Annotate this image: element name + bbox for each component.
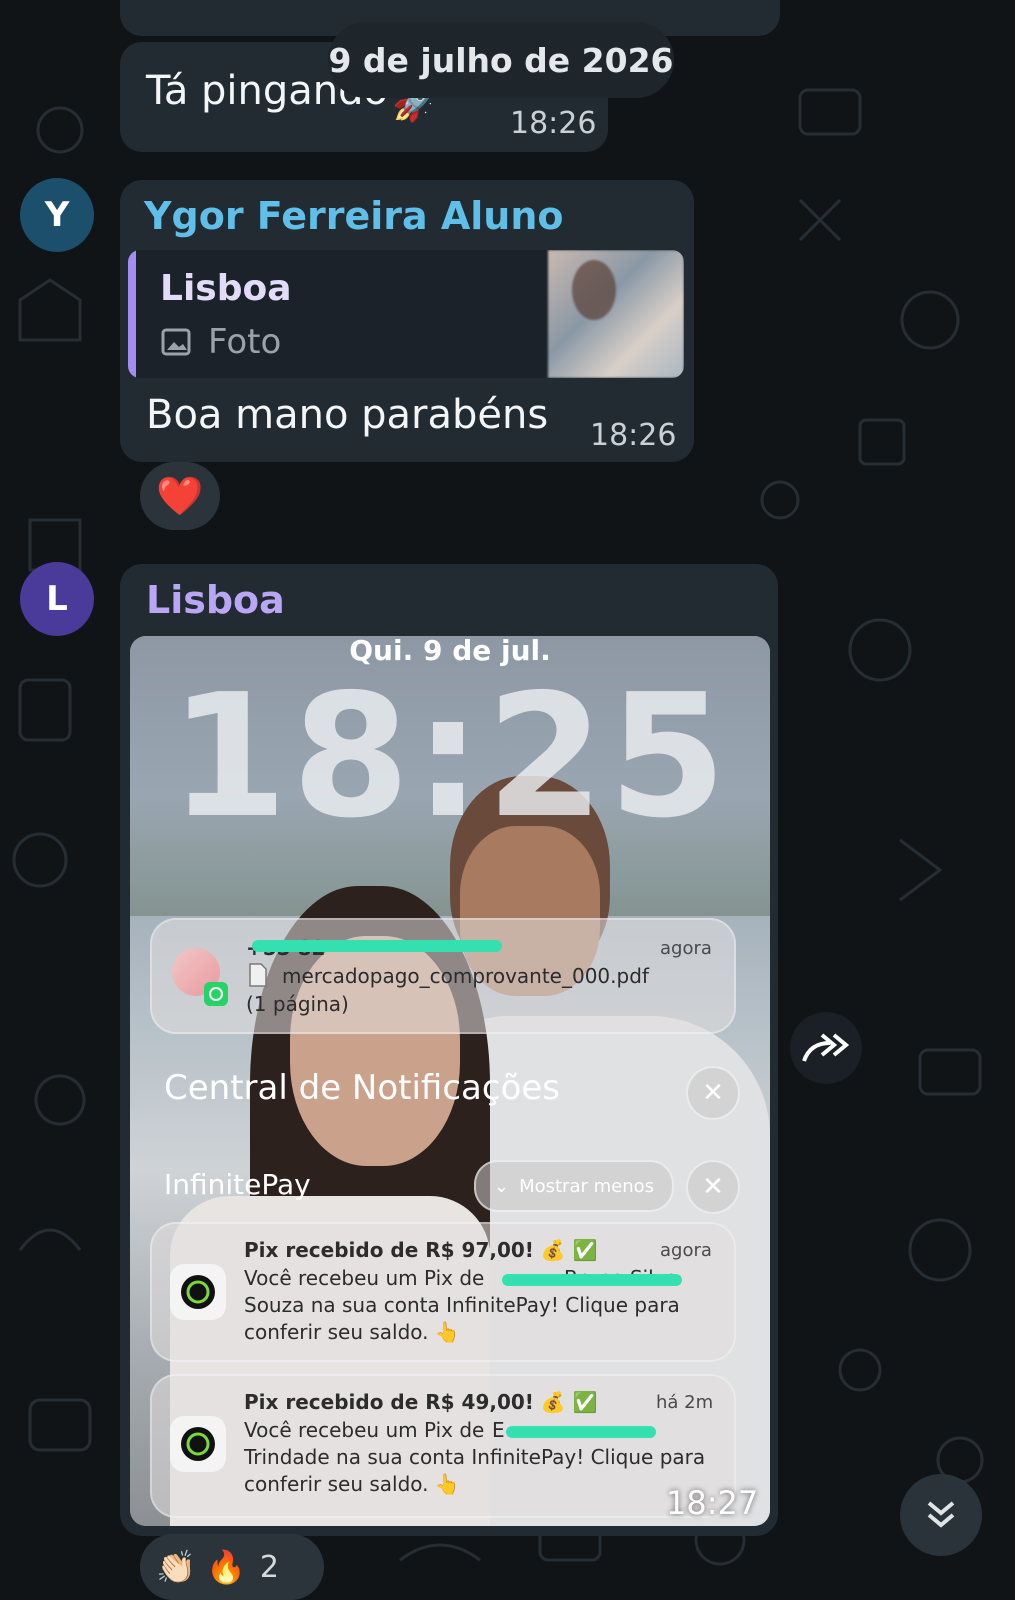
- notification-line: Você recebeu um Pix de: [244, 1266, 485, 1290]
- document-icon: [248, 962, 268, 992]
- notification-line: Você recebeu um Pix de: [244, 1418, 485, 1442]
- sender-name[interactable]: Lisboa: [146, 578, 285, 622]
- close-icon[interactable]: ✕: [686, 1066, 740, 1120]
- notification-center-title: Central de Notificações: [164, 1068, 560, 1108]
- chevron-down-icon: ⌄: [493, 1175, 510, 1197]
- notification-pages: (1 página): [246, 992, 349, 1016]
- app-group-name: InfinitePay: [164, 1168, 311, 1201]
- reaction-count: 2: [259, 1549, 279, 1585]
- notification-line: conferir seu saldo. 👆: [244, 1320, 460, 1344]
- reaction-heart[interactable]: ❤️: [140, 462, 220, 530]
- message-time: 18:26: [510, 106, 597, 141]
- reply-thumbnail: [548, 250, 684, 378]
- notification-line-tail: E: [492, 1418, 505, 1442]
- forward-arrow-icon[interactable]: [790, 1012, 862, 1084]
- message-time: 18:27: [666, 1484, 759, 1522]
- notification-file: mercadopago_comprovante_000.pdf: [282, 964, 649, 988]
- show-less-label: Mostrar menos: [519, 1175, 655, 1197]
- notification-line: Trindade na sua conta InfinitePay! Cliqu…: [244, 1445, 706, 1469]
- redaction-scribble: [252, 940, 502, 952]
- notification-line: Souza na sua conta InfinitePay! Clique p…: [244, 1293, 680, 1317]
- infinitepay-app-icon: [170, 1416, 226, 1472]
- image-icon: [160, 326, 192, 362]
- reply-quote[interactable]: Lisboa Foto: [128, 250, 684, 378]
- lockscreen-clock: 18:25: [169, 658, 731, 856]
- pix-notification[interactable]: Pix recebido de R$ 97,00! 💰 ✅ agora Você…: [150, 1222, 736, 1362]
- notification-time: há 2m: [656, 1392, 714, 1413]
- infinitepay-app-icon: [170, 1264, 226, 1320]
- whatsapp-notification[interactable]: +55 82 agora mercadopago_comprovante_000…: [150, 918, 736, 1034]
- notification-time: agora: [660, 1240, 712, 1261]
- whatsapp-icon: [204, 982, 228, 1006]
- reaction-emojis: 👏🏻 🔥: [156, 1548, 246, 1586]
- pix-notification[interactable]: Pix recebido de R$ 49,00! 💰 ✅ há 2m Você…: [150, 1374, 736, 1518]
- close-icon[interactable]: ✕: [686, 1160, 740, 1214]
- double-chevron-down-icon[interactable]: [900, 1474, 982, 1556]
- avatar[interactable]: L: [20, 562, 94, 636]
- reactions-bar[interactable]: 👏🏻 🔥 2: [140, 1534, 324, 1600]
- sender-name[interactable]: Ygor Ferreira Aluno: [144, 194, 564, 238]
- notification-title: Pix recebido de R$ 49,00! 💰 ✅: [244, 1390, 598, 1414]
- redaction-scribble: [506, 1426, 656, 1438]
- avatar[interactable]: Y: [20, 178, 94, 252]
- notification-line: conferir seu saldo. 👆: [244, 1472, 460, 1496]
- notification-time: agora: [660, 938, 712, 959]
- message-time: 18:26: [590, 418, 677, 453]
- message-bubble[interactable]: Ygor Ferreira Aluno Lisboa Foto Boa mano…: [120, 180, 694, 462]
- notification-title: Pix recebido de R$ 97,00! 💰 ✅: [244, 1238, 598, 1262]
- reply-author: Lisboa: [160, 268, 292, 309]
- reply-type: Foto: [208, 322, 282, 362]
- date-separator: 9 de julho de 2026: [328, 22, 674, 98]
- show-less-button[interactable]: ⌄ Mostrar menos: [474, 1160, 674, 1212]
- redaction-scribble: [502, 1274, 682, 1286]
- message-text: Boa mano parabéns: [146, 392, 549, 438]
- message-bubble[interactable]: Lisboa Qui. 9 de jul. 18:25 +55 82 agora: [120, 564, 778, 1536]
- shared-photo[interactable]: Qui. 9 de jul. 18:25 +55 82 agora mercad…: [130, 636, 770, 1526]
- reply-bar: [128, 250, 136, 378]
